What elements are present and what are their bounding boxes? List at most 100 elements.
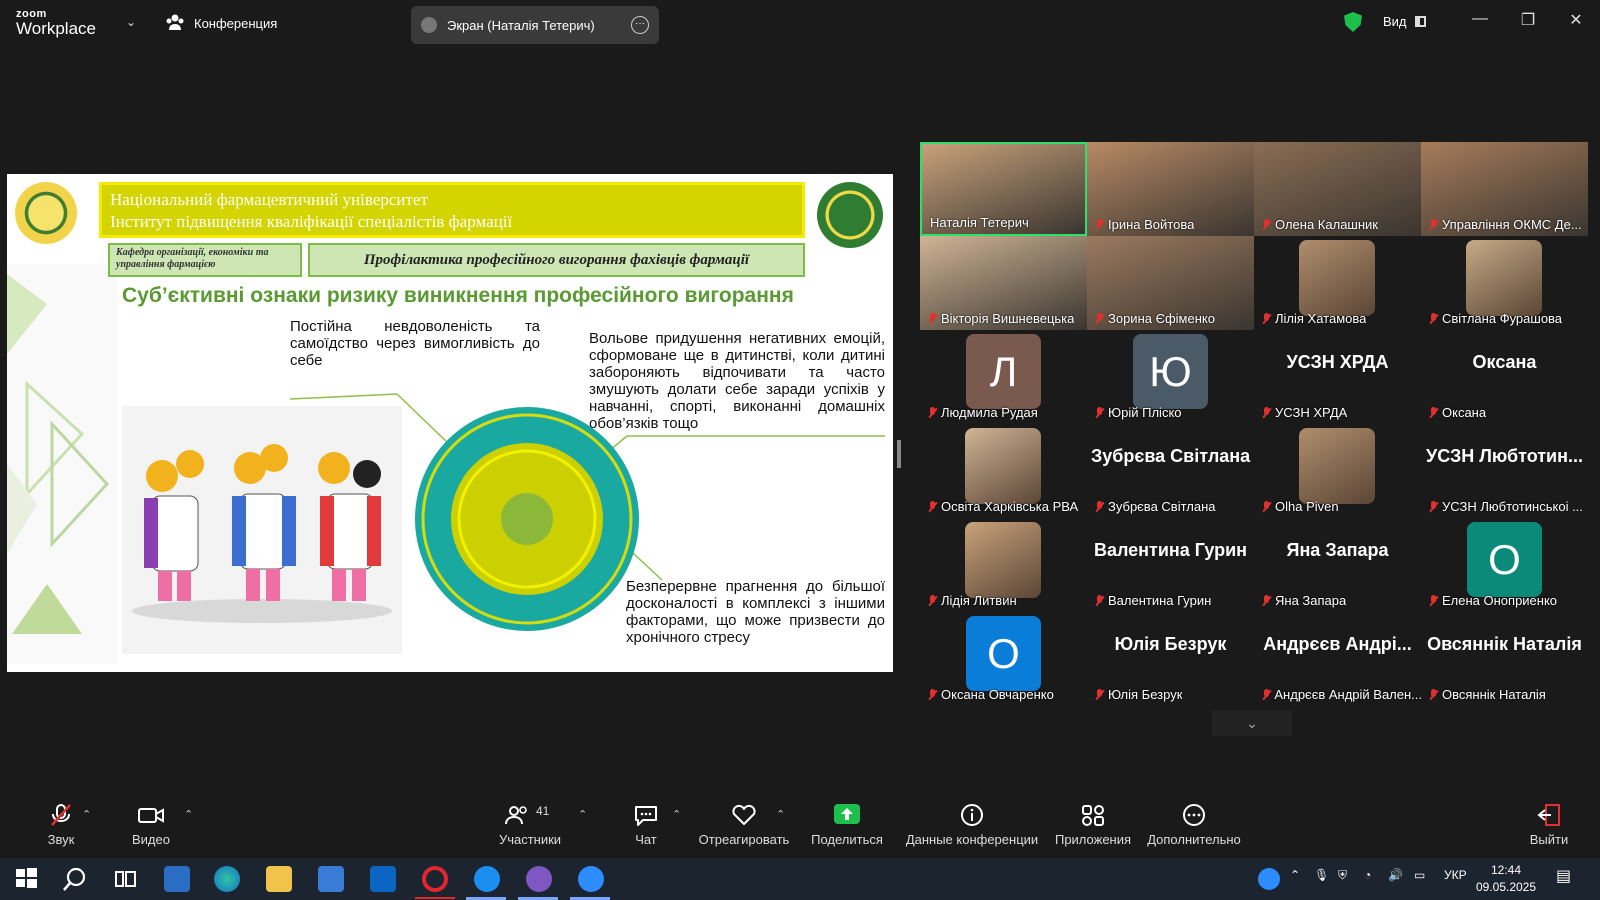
chat-button[interactable]: Чат [628,804,664,847]
viber-icon[interactable] [526,866,552,892]
camera-icon [138,804,164,826]
participant-tile[interactable]: Овсяннік Наталія Овсяннік Наталія [1421,612,1588,706]
screen-share-label: Экран (Наталія Тетерич) [447,17,595,33]
notifications-icon[interactable]: ▤ [1556,866,1571,886]
participant-tile[interactable]: Яна Запара Яна Запара [1254,518,1421,612]
muted-mic-icon [1262,312,1271,325]
participant-initial-avatar: Ю [1133,334,1208,409]
participant-name: Світлана Фурашова [1442,311,1563,326]
battery-icon[interactable]: ▭ [1414,868,1425,882]
participant-name-label: Вікторія Вишневецька [928,311,1074,326]
participant-tile[interactable]: Управління ОКМС Де... [1421,142,1588,236]
task-view-icon[interactable] [112,866,138,892]
participant-tile[interactable]: Наталія Тетерич [920,142,1087,236]
split-resize-handle[interactable] [897,440,901,468]
meeting-info-button[interactable]: Данные конференции [904,804,1040,847]
outlook-icon[interactable] [370,866,396,892]
participant-tile[interactable]: Лілія Хатамова [1254,236,1421,330]
share-screen-icon [834,804,860,826]
zoom-workplace-logo[interactable]: zoom Workplace [16,8,106,38]
participant-name: Лідія Литвин [941,593,1017,608]
participant-tile[interactable]: Андрєєв Андрі... Андрєєв Андрій Вален... [1254,612,1421,706]
windows-start-icon[interactable] [14,866,40,892]
video-button[interactable]: Видео [128,804,174,847]
muted-mic-icon [1429,218,1438,231]
participant-tile[interactable]: Олена Калашник [1254,142,1421,236]
participant-name-label: Світлана Фурашова [1429,311,1562,326]
floppy-save-icon[interactable] [164,866,190,892]
participant-tile[interactable]: Вікторія Вишневецька [920,236,1087,330]
participant-tile[interactable]: УСЗН Любтотин... УСЗН Любтотинськоі ... [1421,424,1588,518]
participant-tile[interactable]: Світлана Фурашова [1421,236,1588,330]
participant-tile[interactable]: Зубрєва Світлана Зубрєва Світлана [1087,424,1254,518]
participant-name: Зорина Єфіменко [1108,311,1215,326]
teamviewer-icon[interactable] [474,866,500,892]
participant-display-name: УСЗН Любтотин... [1426,446,1583,466]
participant-tile[interactable]: Ірина Войтова [1087,142,1254,236]
apps-button[interactable]: Приложения [1054,804,1132,847]
participant-name-label: Оксана Овчаренко [928,687,1054,702]
gallery-scroll-down-icon[interactable]: ⌄ [1212,710,1292,736]
edge-browser-icon[interactable] [214,866,240,892]
participant-name-label: Юлія Безрук [1095,687,1182,702]
show-hidden-icons-chevron-icon[interactable]: ⌃ [1290,868,1300,882]
help-tray-icon[interactable] [1258,868,1280,890]
muted-mic-icon [1095,218,1104,231]
search-icon[interactable] [62,866,88,892]
system-clock[interactable]: 12:44 09.05.2025 [1470,862,1542,896]
volume-icon[interactable]: 🔊 [1388,868,1403,882]
more-options-icon[interactable]: ··· [631,16,649,34]
participant-tile[interactable]: УСЗН ХРДА УСЗН ХРДА [1254,330,1421,424]
view-button[interactable]: Вид [1383,14,1426,29]
react-options-caret-icon[interactable]: ⌃ [776,808,785,821]
file-explorer-icon[interactable] [266,866,292,892]
audio-button[interactable]: Звук [38,804,84,847]
video-options-caret-icon[interactable]: ⌃ [184,808,193,821]
more-button[interactable]: Дополнительно [1146,804,1242,847]
participant-tile[interactable]: Olha Piven [1254,424,1421,518]
share-button[interactable]: Поделиться [807,804,887,847]
muted-mic-icon [1262,218,1271,231]
microphone-tray-icon[interactable]: 🎙 [1314,868,1329,882]
network-icon[interactable]: ◔ [1364,868,1371,882]
screen-share-indicator[interactable]: Экран (Наталія Тетерич) ··· [411,6,659,44]
participant-tile[interactable]: Оксана Оксана [1421,330,1588,424]
audio-options-caret-icon[interactable]: ⌃ [82,808,91,821]
store-icon[interactable] [318,866,344,892]
zoom-app-icon[interactable] [578,866,604,892]
participant-tile[interactable]: Л Людмила Рудая [920,330,1087,424]
shared-presentation-slide[interactable]: Національний фармацевтичний університет … [7,174,893,672]
chevron-down-icon[interactable]: ⌄ [126,15,136,29]
minimize-icon[interactable]: — [1468,10,1492,28]
grid-view-icon [1414,16,1426,27]
participant-name: Освіта Харківська РВА [941,499,1079,514]
restore-icon[interactable]: ❐ [1516,10,1540,30]
participant-tile[interactable]: Юлія Безрук Юлія Безрук [1087,612,1254,706]
participants-button[interactable]: 41 Участники [490,804,570,847]
opera-icon[interactable] [422,866,448,892]
conference-menu[interactable]: Конференция [166,14,277,33]
participant-tile[interactable]: О Оксана Овчаренко [920,612,1087,706]
muted-mic-icon [928,500,937,513]
participants-options-caret-icon[interactable]: ⌃ [578,808,587,821]
participant-tile[interactable]: О Елена Оноприенко [1421,518,1588,612]
muted-mic-icon [1262,500,1271,513]
encryption-shield-icon[interactable] [1344,12,1362,32]
participant-tile[interactable]: Освіта Харківська РВА [920,424,1087,518]
close-icon[interactable]: ✕ [1564,10,1588,30]
security-tray-icon[interactable]: ⛨ [1338,868,1347,883]
participant-photo [1466,240,1542,316]
chat-options-caret-icon[interactable]: ⌃ [672,808,681,821]
share-label: Поделиться [811,832,883,847]
participant-name: Елена Оноприенко [1442,593,1558,608]
muted-mic-icon [1262,406,1271,419]
participants-icon: 41 [500,804,560,826]
participant-tile[interactable]: Ю Юрій Пліско [1087,330,1254,424]
participant-tile[interactable]: Валентина Гурин Валентина Гурин [1087,518,1254,612]
muted-mic-icon [928,406,937,419]
keyboard-language[interactable]: УКР [1444,868,1467,882]
leave-button[interactable]: Выйти [1526,804,1572,847]
participant-tile[interactable]: Зорина Єфіменко [1087,236,1254,330]
participant-tile[interactable]: Лідія Литвин [920,518,1087,612]
more-label: Дополнительно [1147,832,1241,847]
